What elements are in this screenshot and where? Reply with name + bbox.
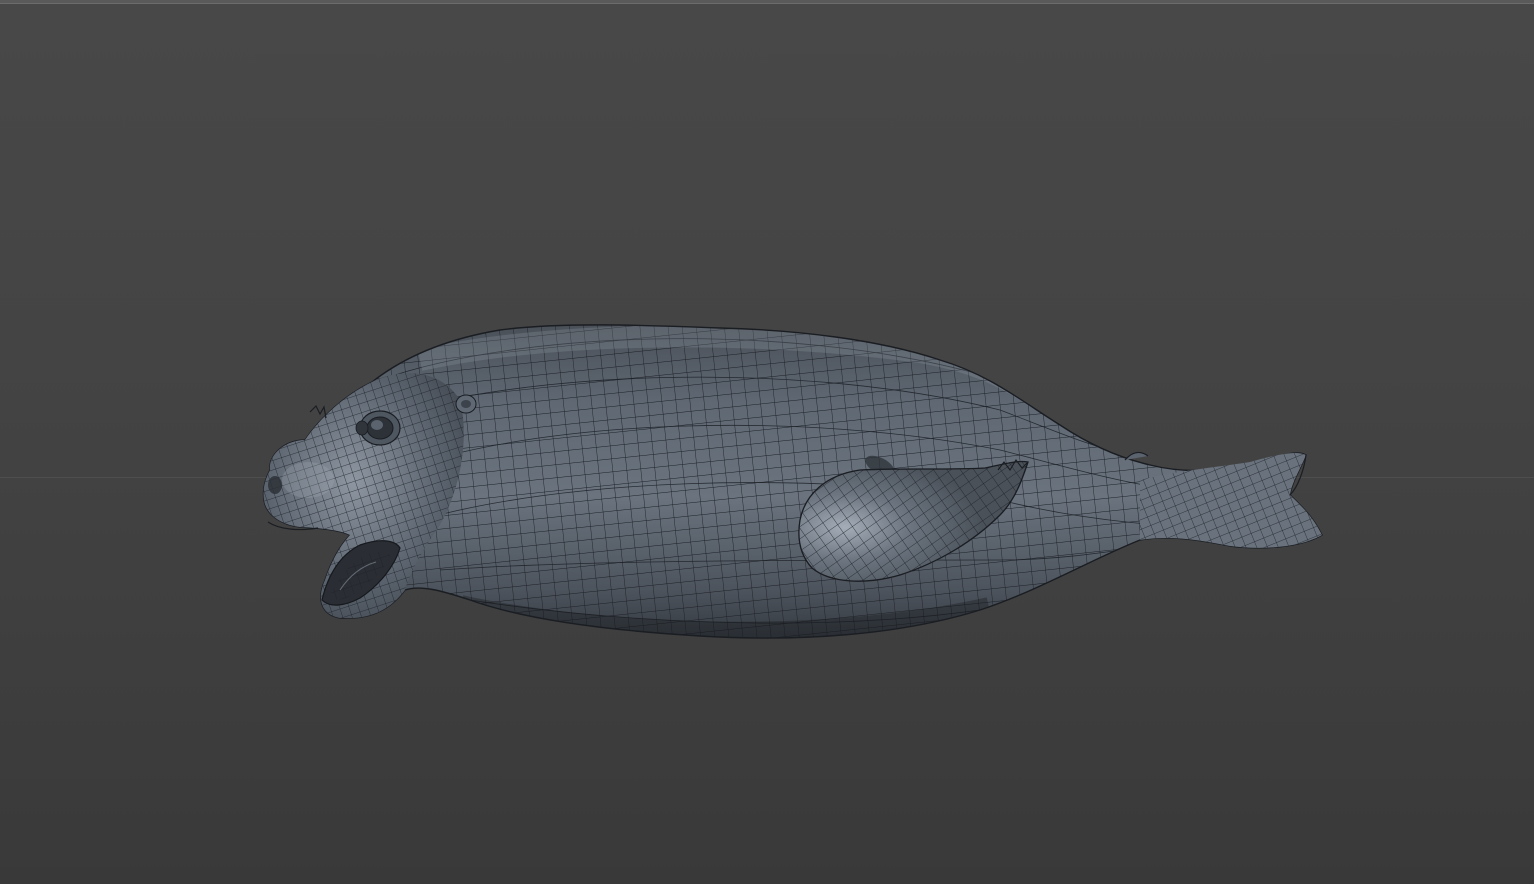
seal-wireframe-model[interactable] bbox=[0, 0, 1534, 884]
seal-ear bbox=[455, 394, 477, 414]
3d-viewport[interactable] bbox=[0, 0, 1534, 884]
seal-tail-flippers bbox=[1124, 451, 1322, 548]
